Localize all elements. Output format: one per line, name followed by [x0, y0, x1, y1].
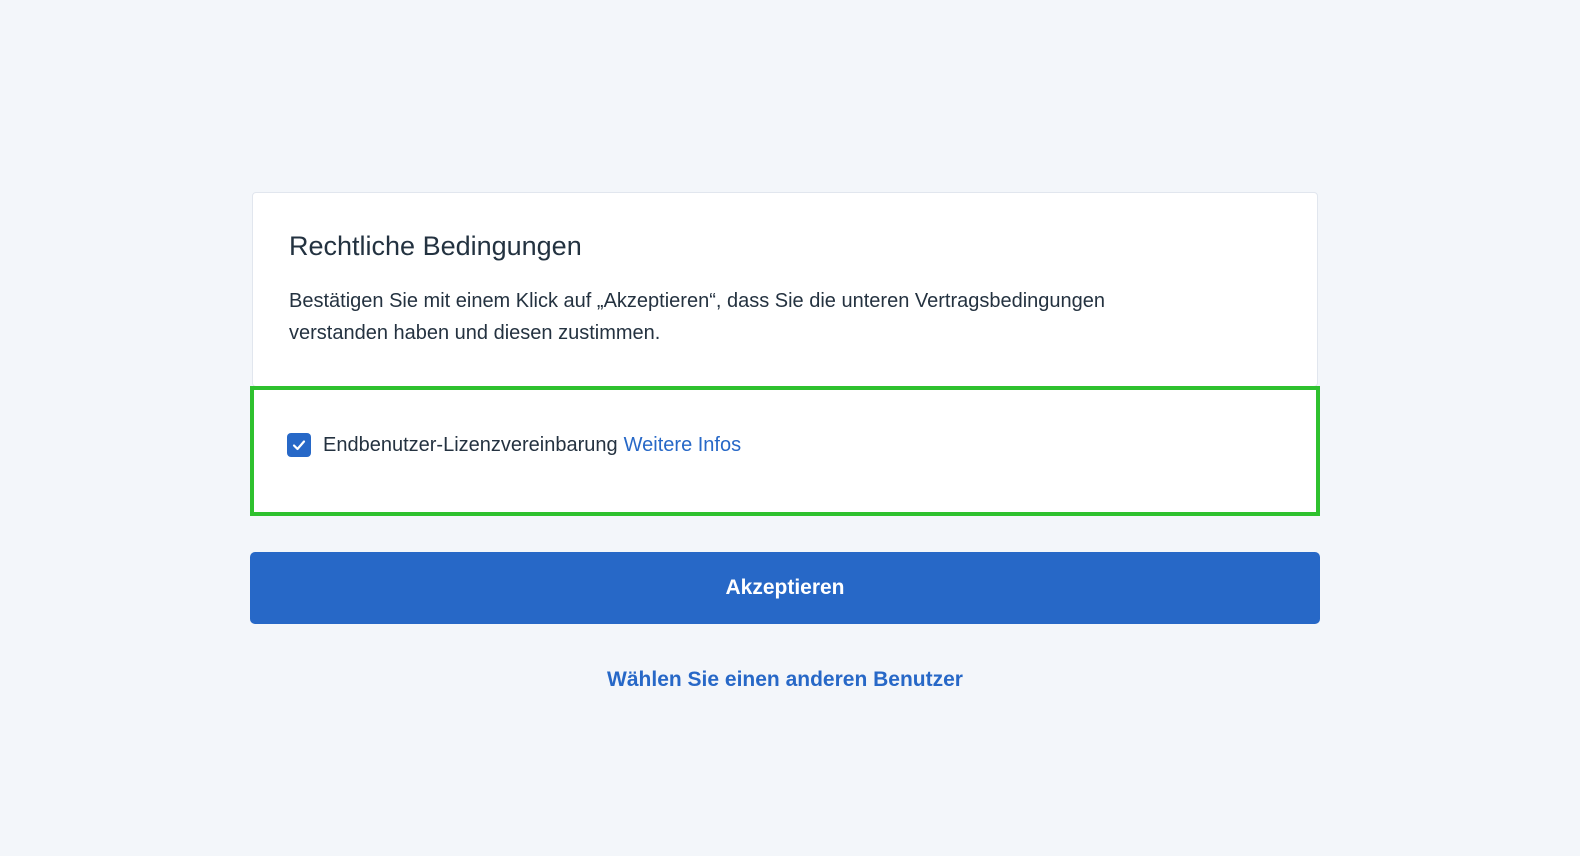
choose-other-user-link[interactable]: Wählen Sie einen anderen Benutzer [250, 668, 1320, 692]
legal-terms-header: Rechtliche Bedingungen Bestätigen Sie mi… [253, 193, 1317, 386]
eula-label: Endbenutzer-Lizenzvereinbarung [323, 433, 618, 456]
agreement-row: Endbenutzer-Lizenzvereinbarung Weitere I… [287, 433, 741, 457]
accept-button[interactable]: Akzeptieren [250, 552, 1320, 624]
more-info-link[interactable]: Weitere Infos [624, 434, 741, 457]
agreement-section: Endbenutzer-Lizenzvereinbarung Weitere I… [250, 386, 1320, 516]
legal-terms-page: Rechtliche Bedingungen Bestätigen Sie mi… [0, 0, 1580, 856]
legal-terms-card: Rechtliche Bedingungen Bestätigen Sie mi… [252, 192, 1318, 387]
eula-checkbox[interactable] [287, 433, 311, 457]
legal-description: Bestätigen Sie mit einem Klick auf „Akze… [289, 290, 1106, 344]
page-title: Rechtliche Bedingungen [289, 231, 582, 261]
check-icon [292, 440, 306, 451]
